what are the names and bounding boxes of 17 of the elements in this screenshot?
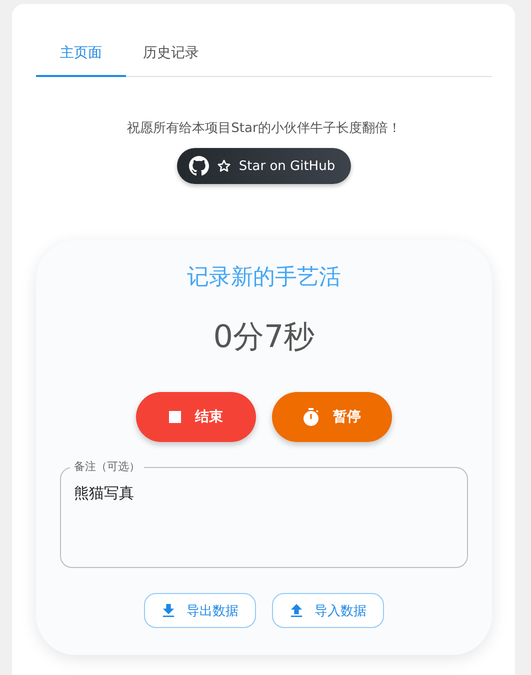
card-title: 记录新的手艺活	[187, 264, 341, 292]
upload-icon	[290, 604, 302, 617]
timer-text: 0分7秒	[213, 318, 315, 357]
stop-button[interactable]: 结束	[136, 392, 256, 442]
export-button[interactable]: 导出数据	[144, 593, 256, 628]
stop-icon	[169, 411, 181, 423]
download-icon	[162, 604, 174, 617]
tab[interactable]: 主页面	[36, 34, 126, 77]
pause-button[interactable]: 暂停	[272, 392, 392, 442]
tab[interactable]: 历史记录	[126, 34, 216, 77]
message-text: 祝愿所有给本项目Star的小伙伴牛子长度翻倍！	[126, 120, 402, 137]
star-icon	[216, 159, 231, 173]
github-logo-icon	[188, 156, 209, 176]
note-label: 备注（可选）	[70, 459, 144, 474]
github-star-button[interactable]: Star on GitHub	[176, 148, 352, 184]
stopwatch-icon	[303, 408, 319, 426]
import-button[interactable]: 导入数据	[272, 593, 384, 628]
